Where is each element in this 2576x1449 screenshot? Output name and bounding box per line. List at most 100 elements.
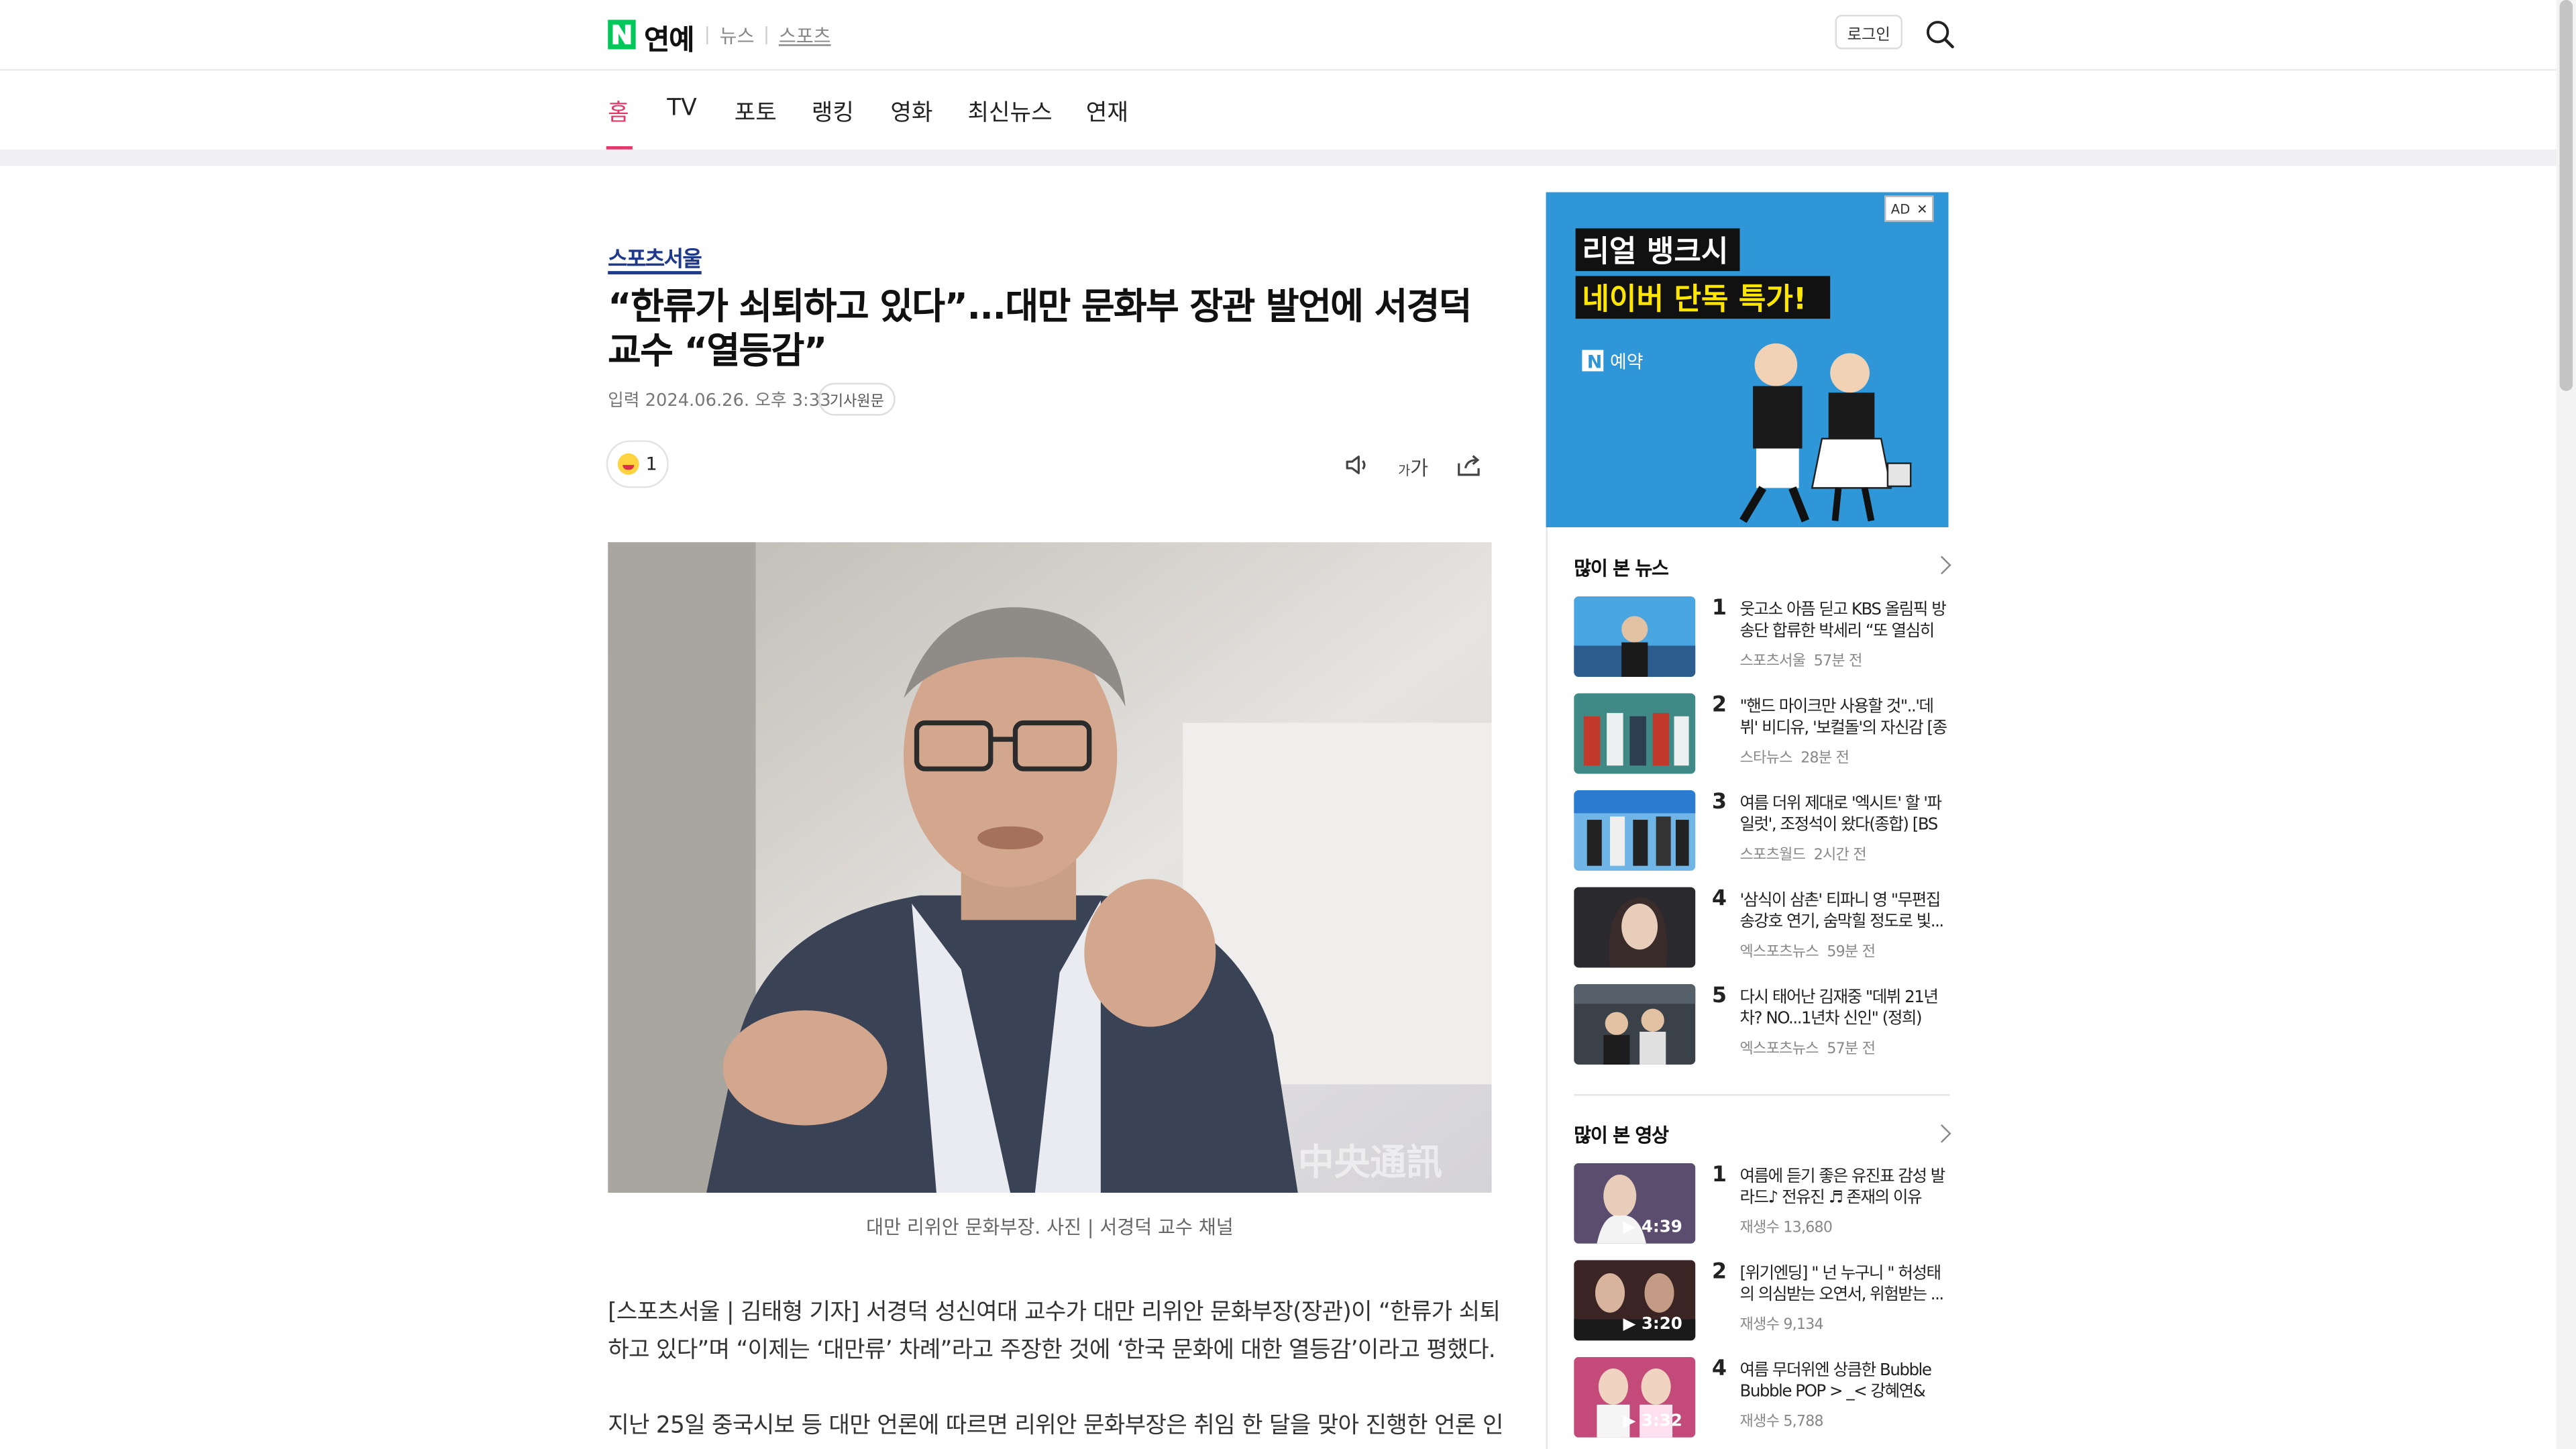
section-title[interactable]: 연예	[644, 16, 694, 58]
news-source: 스타뉴스	[1739, 751, 1792, 767]
font-size-small-icon: 가	[1398, 463, 1411, 478]
sidebar-border	[1546, 527, 1548, 1449]
video-duration: ▶ 3:32	[1623, 1413, 1682, 1432]
tab-latest-news[interactable]: 최신뉴스	[967, 95, 1052, 128]
article-paragraph: 지난 25일 중국시보 등 대만 언론에 따르면 리위안 문화부장은 취임 한 …	[608, 1413, 1503, 1440]
list-item[interactable]: 1 웃고소 아픔 딛고 KBS 올림픽 방송단 합류한 박세리 “또 열심히 .…	[1574, 596, 1951, 678]
tab-ranking[interactable]: 랭킹	[812, 95, 854, 128]
news-meta: 엑스포츠뉴스 57분 전	[1739, 1036, 1876, 1059]
smile-emoji-icon	[617, 453, 639, 475]
article-date: 입력 2024.06.26. 오후 3:33	[608, 390, 831, 411]
article-paragraph: [스포츠서울 | 김태형 기자] 서경덕 성신여대 교수가 대만 리위안 문화부…	[608, 1299, 1501, 1364]
video-duration: ▶ 4:39	[1623, 1219, 1682, 1238]
tab-series[interactable]: 연재	[1086, 95, 1128, 128]
news-source: 엑스포츠뉴스	[1739, 1041, 1819, 1059]
list-item[interactable]: 4 '삼식이 삼촌' 티파니 영 "무편집 송강호 연기, 숨막힐 정도로 빛.…	[1574, 887, 1951, 969]
speaker-icon[interactable]	[1342, 450, 1372, 480]
press-logo[interactable]: 스포츠서울	[608, 241, 702, 274]
close-icon[interactable]: ✕	[1917, 201, 1927, 216]
sidebar-divider	[1574, 1094, 1950, 1096]
photo-watermark: 中央通訊	[1298, 1141, 1442, 1183]
news-thumbnail	[1574, 596, 1696, 677]
list-item[interactable]: 2 "핸드 마이크만 사용할 것"..'데뷔' 비디유, '보컬돌'의 자신감 …	[1574, 693, 1951, 775]
video-title: 여름에 듣기 좋은 유진표 감성 발라드♪ 전유진 ♬ 존재의 이유 M...	[1739, 1168, 1945, 1208]
duration-text: 4:39	[1641, 1219, 1682, 1238]
news-time: 28분 전	[1801, 751, 1849, 767]
news-time: 59분 전	[1827, 945, 1876, 961]
duration-text: 3:20	[1641, 1316, 1682, 1334]
list-item[interactable]: ▶ 3:32 4 여름 무더위엔 상큼한 Bubble Bubble POP >…	[1574, 1356, 1951, 1439]
divider	[706, 26, 708, 45]
rank-number: 5	[1711, 983, 1727, 1009]
rank-number: 1	[1711, 596, 1727, 621]
font-size-label: 가	[1410, 456, 1429, 480]
font-size-button[interactable]: 가가	[1398, 453, 1428, 482]
ad-label: AD	[1890, 201, 1911, 217]
news-thumbnail	[1574, 887, 1696, 968]
news-title: 여름 더위 제대로 '엑시트' 할 '파일럿', 조정석이 왔다(종합) [BS…	[1739, 795, 1942, 835]
news-title: 웃고소 아픔 딛고 KBS 올림픽 방송단 합류한 박세리 “또 열심히 ...	[1739, 601, 1946, 641]
news-time: 57분 전	[1827, 1041, 1876, 1059]
scrollbar-thumb[interactable]	[2559, 0, 2573, 391]
tab-home[interactable]: 홈	[608, 95, 629, 128]
header-divider	[0, 68, 2557, 71]
article-photo-image: 中央通訊	[608, 542, 1492, 1193]
news-thumbnail	[1574, 983, 1696, 1065]
duration-text: 3:32	[1641, 1413, 1682, 1432]
news-time: 57분 전	[1813, 653, 1863, 671]
original-article-button[interactable]: 기사원문	[818, 382, 896, 416]
news-time: 2시간 전	[1813, 847, 1867, 865]
ad-line-2: 네이버 단독 특가!	[1582, 282, 1807, 316]
video-title: [위기엔딩] " 넌 누구니 " 허성태의 의심받는 오연서, 위험받는 ...	[1739, 1265, 1944, 1305]
tab-tv[interactable]: TV	[667, 95, 696, 121]
share-icon[interactable]	[1454, 450, 1483, 480]
advertisement-banner[interactable]: 리얼 뱅크시 네이버 단독 특가! N 예약	[1546, 192, 1949, 528]
list-item[interactable]: 5 다시 태어난 김재중 "데뷔 21년차? NO...1년차 신인" (정희)…	[1574, 983, 1951, 1066]
video-title: 여름 무더위엔 상큼한 Bubble Bubble POP > _< 강혜연&미…	[1739, 1362, 1931, 1401]
sports-link[interactable]: 스포츠	[779, 23, 831, 49]
news-link[interactable]: 뉴스	[720, 23, 755, 49]
chevron-right-icon[interactable]	[1932, 1124, 1951, 1143]
news-meta: 스타뉴스 28분 전	[1739, 746, 1849, 767]
reaction-count: 1	[645, 453, 657, 475]
video-thumbnail: ▶ 4:39	[1574, 1163, 1696, 1244]
tab-photo[interactable]: 포토	[735, 95, 777, 128]
ad-badge[interactable]: AD ✕	[1884, 195, 1935, 222]
video-views: 재생수 9,134	[1739, 1318, 1823, 1334]
tab-movie[interactable]: 영화	[890, 95, 932, 128]
popular-video-title: 많이 본 영상	[1574, 1124, 1669, 1147]
video-views: 재생수 5,788	[1739, 1414, 1823, 1432]
photo-caption: 대만 리위안 문화부장. 사진 | 서경덕 교수 채널	[866, 1216, 1234, 1239]
news-title: "핸드 마이크만 사용할 것"..'데뷔' 비디유, '보컬돌'의 자신감 [종…	[1739, 698, 1947, 738]
news-thumbnail	[1574, 790, 1696, 871]
popular-news-title: 많이 본 뉴스	[1574, 557, 1669, 580]
search-icon[interactable]	[1925, 19, 1955, 49]
reaction-button[interactable]: 1	[606, 440, 669, 488]
divider	[765, 26, 767, 45]
rank-number: 3	[1711, 790, 1727, 815]
rank-number: 2	[1711, 1260, 1727, 1285]
ad-image: 리얼 뱅크시 네이버 단독 특가! N 예약	[1546, 192, 1949, 528]
article-photo[interactable]: 中央通訊	[608, 542, 1492, 1193]
video-views: 재생수 13,680	[1739, 1220, 1833, 1238]
ad-brand: 예약	[1610, 352, 1644, 373]
nav-bottom-band	[0, 149, 2557, 166]
news-meta: 스포츠월드 2시간 전	[1739, 843, 1866, 864]
news-source: 스포츠월드	[1739, 847, 1806, 865]
video-thumbnail: ▶ 3:32	[1574, 1356, 1696, 1438]
list-item[interactable]: 3 여름 더위 제대로 '엑시트' 할 '파일럿', 조정석이 왔다(종합) […	[1574, 790, 1951, 872]
news-meta: 엑스포츠뉴스 59분 전	[1739, 940, 1876, 961]
video-duration: ▶ 3:20	[1623, 1316, 1682, 1334]
news-thumbnail	[1574, 693, 1696, 774]
list-item[interactable]: ▶ 3:20 2 [위기엔딩] " 넌 누구니 " 허성태의 의심받는 오연서,…	[1574, 1260, 1951, 1342]
list-item[interactable]: ▶ 4:39 1 여름에 듣기 좋은 유진표 감성 발라드♪ 전유진 ♬ 존재의…	[1574, 1163, 1951, 1245]
news-source: 엑스포츠뉴스	[1739, 945, 1819, 961]
rank-number: 4	[1711, 887, 1727, 912]
article-title: “한류가 쇠퇴하고 있다”...대만 문화부 장관 발언에 서경덕 교수 “열등…	[608, 287, 1472, 373]
naver-logo[interactable]	[608, 19, 636, 50]
video-thumbnail: ▶ 3:20	[1574, 1260, 1696, 1341]
rank-number: 1	[1711, 1163, 1727, 1188]
chevron-right-icon[interactable]	[1932, 555, 1951, 575]
rank-number: 4	[1711, 1356, 1727, 1382]
login-button[interactable]: 로그인	[1835, 15, 1902, 50]
